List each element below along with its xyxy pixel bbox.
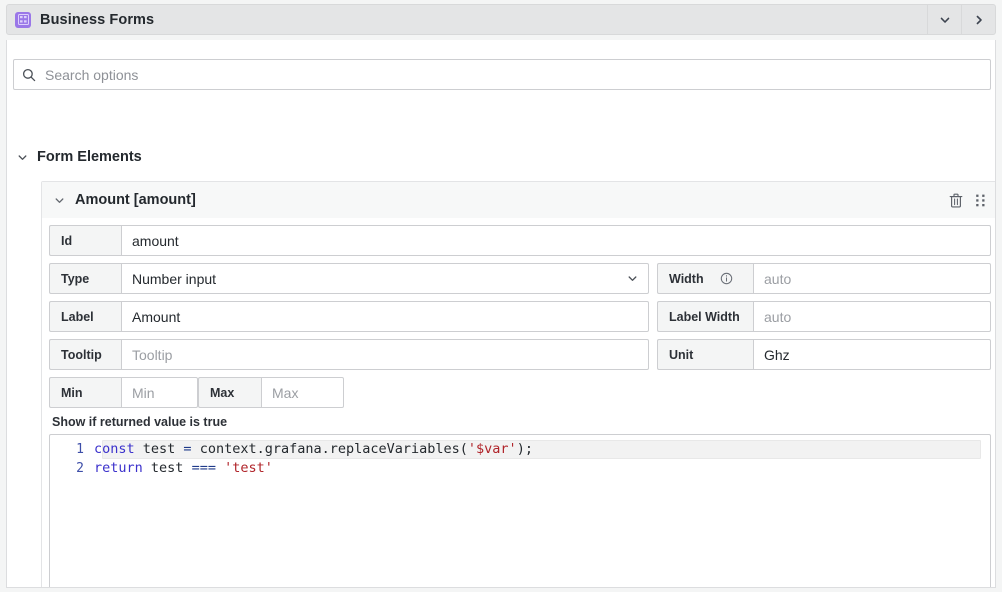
search-input[interactable] [36, 60, 990, 89]
field-row-id: Id [49, 225, 991, 256]
form-element-actions [949, 193, 987, 208]
collapse-panel-button[interactable] [927, 5, 961, 34]
section-form-elements-header[interactable]: Form Elements [17, 149, 142, 165]
field-id: Id [49, 225, 991, 256]
options-body: Form Elements Amount [amount] [6, 40, 996, 588]
code-line-text: const test = context.grafana.replaceVari… [94, 440, 533, 459]
field-row-tooltip-unit: Tooltip Unit [49, 339, 991, 370]
chevron-down-icon [627, 271, 638, 287]
min-input[interactable] [121, 377, 198, 408]
trash-icon[interactable] [949, 193, 963, 208]
code-line: 1 const test = context.grafana.replaceVa… [50, 440, 990, 459]
panel-title: Business Forms [40, 12, 154, 28]
field-label-labelwidth: Label Width [657, 301, 753, 332]
chevron-down-icon [54, 195, 65, 206]
field-unit: Unit [657, 339, 991, 370]
search-options-bar[interactable] [13, 59, 991, 90]
id-input[interactable] [121, 225, 991, 256]
code-line-text: return test === 'test' [94, 459, 273, 478]
line-number: 2 [50, 459, 94, 478]
label-input[interactable] [121, 301, 649, 332]
max-input[interactable] [261, 377, 344, 408]
field-label-width: Width [657, 263, 753, 294]
field-label-width: Label Width [657, 301, 991, 332]
editor-code-lines: 1 const test = context.grafana.replaceVa… [50, 435, 990, 478]
field-label: Label [49, 301, 649, 332]
script-field-label: Show if returned value is true [52, 415, 991, 429]
info-circle-icon[interactable] [720, 272, 733, 285]
form-element-body: Id Type Number input [42, 218, 996, 588]
width-input[interactable] [753, 263, 991, 294]
show-if-code-editor[interactable]: 1 const test = context.grafana.replaceVa… [49, 434, 991, 588]
field-label-width-text: Width [669, 272, 704, 286]
field-row-min-max: Min Max [49, 377, 991, 408]
chevron-down-icon [939, 14, 951, 26]
panel-header-actions [927, 5, 995, 34]
field-label-unit: Unit [657, 339, 753, 370]
field-type: Type Number input [49, 263, 649, 294]
chevron-down-icon [17, 152, 28, 163]
form-element-header[interactable]: Amount [amount] [42, 182, 996, 218]
field-label-label: Label [49, 301, 121, 332]
tooltip-input[interactable] [121, 339, 649, 370]
field-max: Max [198, 377, 344, 408]
field-label-max: Max [198, 377, 261, 408]
field-label-id: Id [49, 225, 121, 256]
field-tooltip: Tooltip [49, 339, 649, 370]
label-width-input[interactable] [753, 301, 991, 332]
drag-handle-icon[interactable] [974, 193, 987, 208]
form-element-amount: Amount [amount] [41, 181, 996, 588]
expand-panel-button[interactable] [961, 5, 995, 34]
type-select[interactable]: Number input [121, 263, 649, 294]
field-label-min: Min [49, 377, 121, 408]
chevron-right-icon [973, 14, 985, 26]
search-icon [22, 68, 36, 82]
field-row-label-labelwidth: Label Label Width [49, 301, 991, 332]
field-label-type: Type [49, 263, 121, 294]
field-width: Width [657, 263, 991, 294]
business-forms-logo-icon [15, 12, 31, 28]
code-line: 2 return test === 'test' [50, 459, 990, 478]
field-min: Min [49, 377, 198, 408]
form-element-title: Amount [amount] [75, 192, 196, 208]
field-row-type-width: Type Number input Width [49, 263, 991, 294]
type-select-value: Number input [132, 271, 627, 287]
section-title: Form Elements [37, 149, 142, 165]
panel-header: Business Forms [6, 4, 996, 35]
unit-input[interactable] [753, 339, 991, 370]
line-number: 1 [50, 440, 94, 459]
field-label-tooltip: Tooltip [49, 339, 121, 370]
